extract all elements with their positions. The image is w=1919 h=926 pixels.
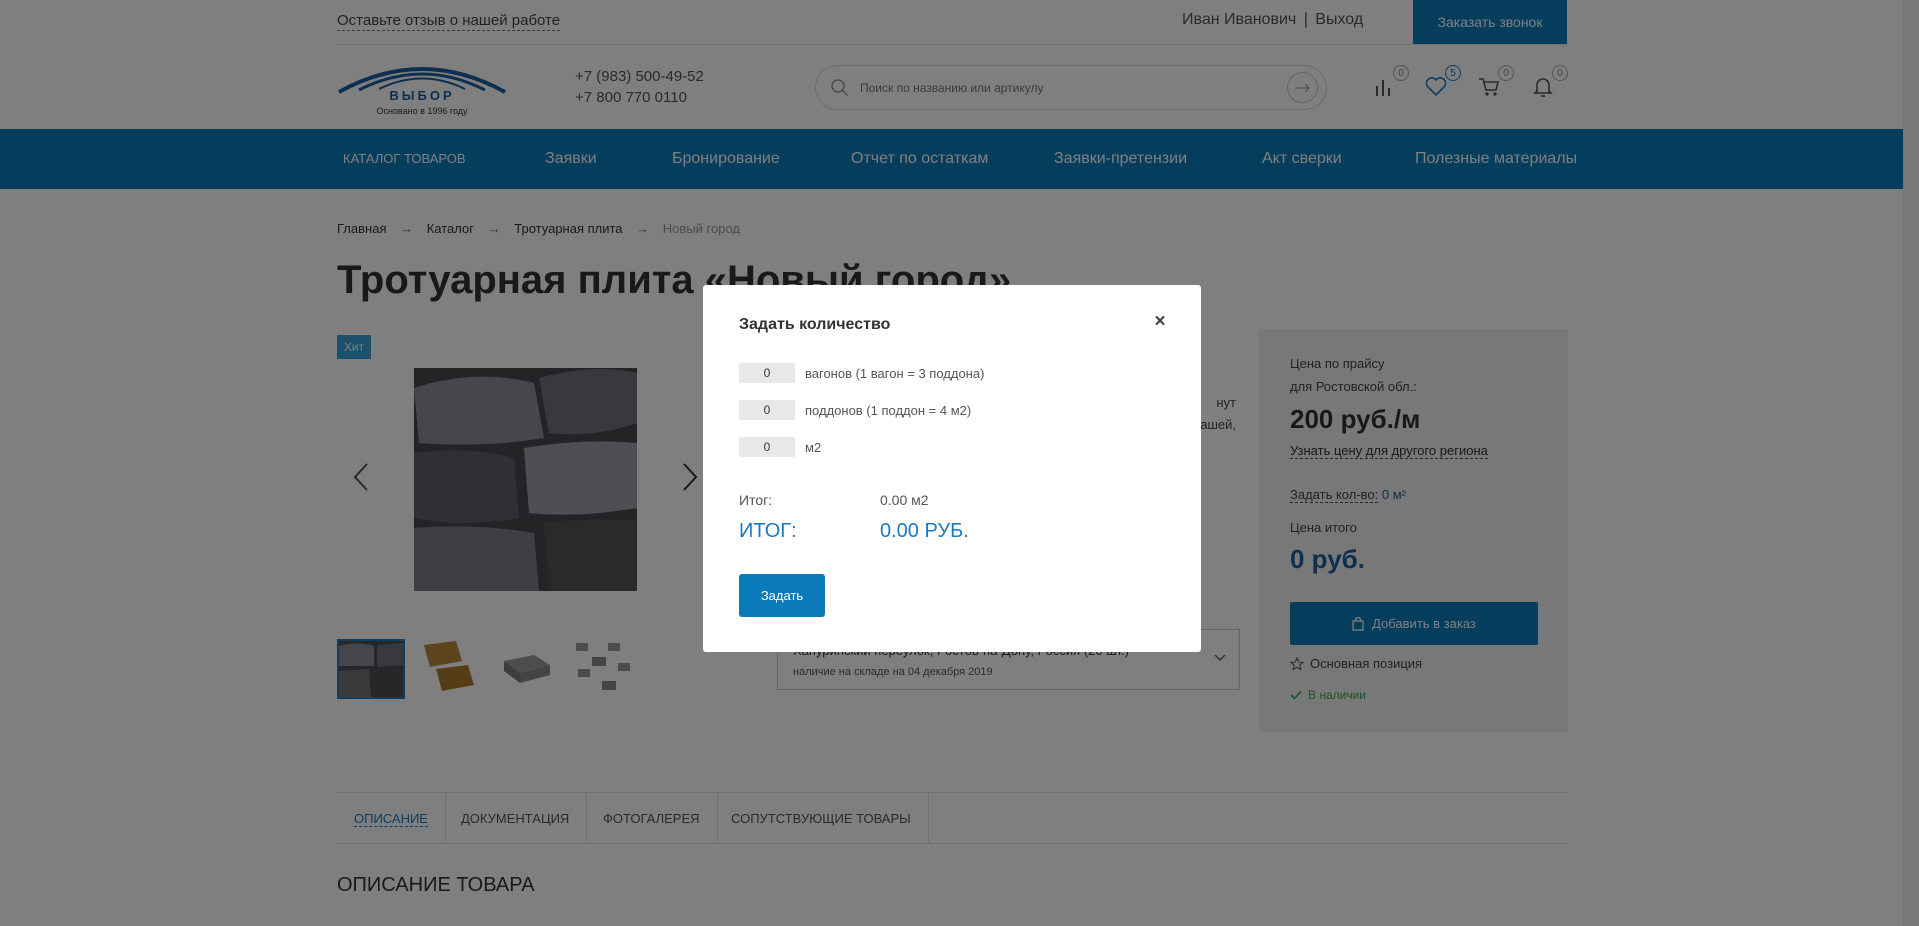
- sqm-label: м2: [805, 439, 822, 455]
- sqm-input[interactable]: [739, 437, 795, 457]
- pallets-label: поддонов (1 поддон = 4 м2): [805, 402, 972, 418]
- page: Оставьте отзыв о нашей работе Иван Ивано…: [0, 0, 1919, 926]
- total-value: 0.00 РУБ.: [880, 520, 969, 542]
- quantity-modal: Задать количество × вагонов (1 вагон = 3…: [703, 285, 1201, 652]
- qty-row-wagons: вагонов (1 вагон = 3 поддона): [739, 363, 984, 383]
- wagons-label: вагонов (1 вагон = 3 поддона): [805, 365, 985, 381]
- close-icon[interactable]: ×: [1150, 312, 1170, 332]
- wagons-input[interactable]: [739, 363, 795, 383]
- submit-button[interactable]: Задать: [739, 574, 825, 617]
- total-label: ИТОГ:: [739, 520, 797, 542]
- modal-title: Задать количество: [739, 316, 891, 333]
- qty-row-sqm: м2: [739, 437, 821, 457]
- pallets-input[interactable]: [739, 400, 795, 420]
- qty-row-pallets: поддонов (1 поддон = 4 м2): [739, 400, 971, 420]
- sum-label: Итог:: [739, 492, 773, 508]
- sum-value: 0.00 м2: [880, 492, 929, 508]
